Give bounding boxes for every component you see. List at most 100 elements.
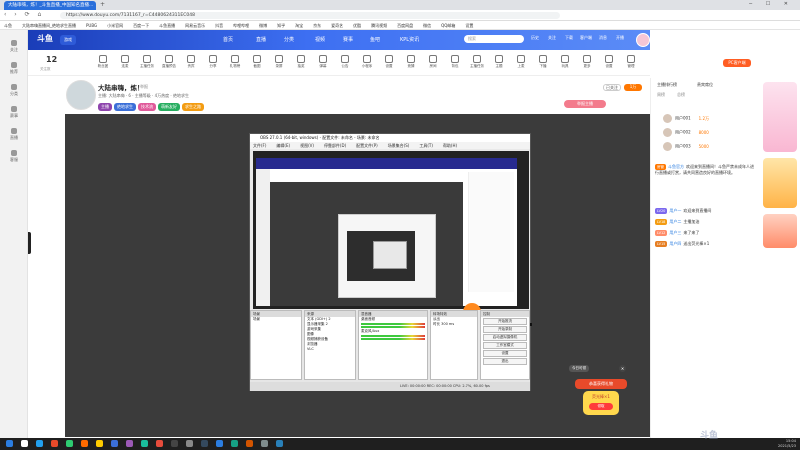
- taskbar-app-icon[interactable]: [21, 440, 28, 447]
- sidebar-item[interactable]: 赛事: [0, 106, 28, 119]
- close-icon[interactable]: ✕: [619, 365, 626, 372]
- ad-banner[interactable]: [763, 82, 797, 152]
- taskbar-app-icon[interactable]: [231, 440, 238, 447]
- bookmark-item[interactable]: 哔哩哔哩: [233, 23, 249, 28]
- taskbar-app-icon[interactable]: [216, 440, 223, 447]
- obs-control-button[interactable]: 启动虚拟摄像机: [483, 334, 527, 341]
- rank-tab[interactable]: 总榜: [677, 92, 685, 98]
- chat-user[interactable]: 斗鱼官方: [668, 164, 684, 169]
- streamer-tag[interactable]: 技术流: [138, 103, 156, 111]
- volume-meter[interactable]: [361, 335, 425, 337]
- toolbar-item[interactable]: 管理: [620, 55, 642, 69]
- streamer-tag[interactable]: 主播: [98, 103, 112, 111]
- taskbar-app-icon[interactable]: [171, 440, 178, 447]
- header-icon[interactable]: 消息: [596, 35, 610, 41]
- bookmark-item[interactable]: 网易云音乐: [185, 23, 205, 28]
- new-tab-button[interactable]: +: [100, 1, 105, 8]
- obs-list-item[interactable]: VLC: [305, 347, 355, 352]
- pc-client-button[interactable]: PC客户端: [723, 59, 751, 67]
- taskbar-app-icon[interactable]: [141, 440, 148, 447]
- toolbar-item[interactable]: 弹幕: [312, 55, 334, 69]
- follow-count-badge[interactable]: 1万: [624, 84, 642, 91]
- sidebar-item[interactable]: 关注: [0, 40, 28, 53]
- toolbar-item[interactable]: 主题: [488, 55, 510, 69]
- toolbar-item[interactable]: 房间: [422, 55, 444, 69]
- taskbar-app-icon[interactable]: [6, 440, 13, 447]
- nav-item[interactable]: 直播: [256, 36, 266, 43]
- ad-banner[interactable]: [763, 158, 797, 208]
- toolbar-item[interactable]: 连麦: [114, 55, 136, 69]
- toolbar-item[interactable]: 竞猜: [400, 55, 422, 69]
- bookmark-item[interactable]: 百度网盘: [397, 23, 413, 28]
- bookmark-item[interactable]: 百度一下: [133, 23, 149, 28]
- obs-menu-item[interactable]: 帮助(H): [443, 143, 457, 148]
- bookmark-item[interactable]: 抖音: [215, 23, 223, 28]
- game-pill[interactable]: 游戏: [60, 35, 76, 45]
- bookmark-item[interactable]: 斗鱼直播: [159, 23, 175, 28]
- toolbar-item[interactable]: 公告: [334, 55, 356, 69]
- toolbar-item[interactable]: 录屏: [268, 55, 290, 69]
- toolbar-item[interactable]: 贵宾: [180, 55, 202, 69]
- sidebar-collapse-handle[interactable]: [28, 232, 31, 254]
- taskbar-app-icon[interactable]: [36, 440, 43, 447]
- nav-item[interactable]: KPL资讯: [400, 36, 419, 43]
- toolbar-item[interactable]: 截图: [246, 55, 268, 69]
- toolbar-item[interactable]: 背包: [444, 55, 466, 69]
- toolbar-item[interactable]: 粉丝团: [92, 55, 114, 69]
- bookmark-item[interactable]: 京东: [313, 23, 321, 28]
- browser-tab[interactable]: 大陆串嗨，炼！_斗鱼直播_中国知名直播...: [4, 1, 96, 10]
- rank-tab[interactable]: 周榜: [657, 92, 665, 98]
- toolbar-item[interactable]: 礼物榜: [224, 55, 246, 69]
- obs-control-button[interactable]: 工作室模式: [483, 342, 527, 349]
- taskbar-app-icon[interactable]: [51, 440, 58, 447]
- sidebar-item[interactable]: 推荐: [0, 62, 28, 75]
- bookmark-item[interactable]: 斗鱼: [4, 23, 12, 28]
- obs-control-button[interactable]: 退出: [483, 358, 527, 365]
- gift-claim-button[interactable]: 领取: [589, 403, 613, 410]
- obs-menu-item[interactable]: 视图(V): [300, 143, 314, 148]
- obs-menu-item[interactable]: 编辑(E): [276, 143, 290, 148]
- rank-row[interactable]: 用户001 1.2万: [663, 114, 709, 123]
- toolbar-item[interactable]: 设置: [598, 55, 620, 69]
- nav-item[interactable]: 分类: [284, 36, 294, 43]
- toolbar-item[interactable]: 玩具: [554, 55, 576, 69]
- obs-menu-item[interactable]: 文件(F): [253, 143, 266, 148]
- streamer-tag[interactable]: 绝地求生: [114, 103, 136, 111]
- header-icon[interactable]: 客户端: [579, 35, 593, 41]
- bookmark-item[interactable]: 微博: [259, 23, 267, 28]
- bookmark-item[interactable]: 微信: [423, 23, 431, 28]
- nav-buttons[interactable]: ‹ › ⟳ ⌂: [4, 11, 44, 18]
- streamer-tag[interactable]: 萌新友好: [158, 103, 180, 111]
- chat-panel-tab[interactable]: 主播排行榜: [657, 82, 677, 88]
- bookmark-item[interactable]: 淘宝: [295, 23, 303, 28]
- report-streamer-button[interactable]: 举报主播: [564, 100, 606, 108]
- obs-menu-item[interactable]: 停靠部件(D): [324, 143, 346, 148]
- header-icon[interactable]: 历史: [528, 35, 542, 41]
- user-avatar[interactable]: [636, 33, 650, 47]
- toolbar-item[interactable]: 上麦: [510, 55, 532, 69]
- chat-user[interactable]: 用户二: [669, 219, 681, 224]
- window-controls[interactable]: ─ ☐ ✕: [749, 1, 794, 7]
- bookmark-item[interactable]: QQ邮箱: [441, 23, 455, 28]
- bookmark-item[interactable]: 设置: [465, 23, 473, 28]
- obs-menu-item[interactable]: 工具(T): [419, 143, 433, 148]
- header-icon[interactable]: 下载: [562, 35, 576, 41]
- nav-item[interactable]: 视频: [315, 36, 325, 43]
- douyu-logo[interactable]: 斗鱼: [37, 33, 53, 44]
- toolbar-item[interactable]: 主播任务: [466, 55, 488, 69]
- sidebar-item[interactable]: 直播: [0, 128, 28, 141]
- streamer-tag[interactable]: 求生之路: [182, 103, 204, 111]
- toolbar-item[interactable]: 分享: [202, 55, 224, 69]
- obs-list-item[interactable]: 时长 300 ms: [431, 322, 477, 327]
- nav-item[interactable]: 赛事: [343, 36, 353, 43]
- chat-user[interactable]: 用户四: [669, 241, 681, 246]
- toolbar-item[interactable]: 更多: [576, 55, 598, 69]
- chat-user[interactable]: 用户三: [669, 230, 681, 235]
- volume-meter[interactable]: [361, 323, 425, 325]
- taskbar-app-icon[interactable]: [276, 440, 283, 447]
- report-link[interactable]: 举报: [140, 84, 148, 90]
- chat-user[interactable]: 用户一: [669, 208, 681, 213]
- toolbar-item[interactable]: 主播任务: [136, 55, 158, 69]
- taskbar-app-icon[interactable]: [261, 440, 268, 447]
- nav-item[interactable]: 首页: [223, 36, 233, 43]
